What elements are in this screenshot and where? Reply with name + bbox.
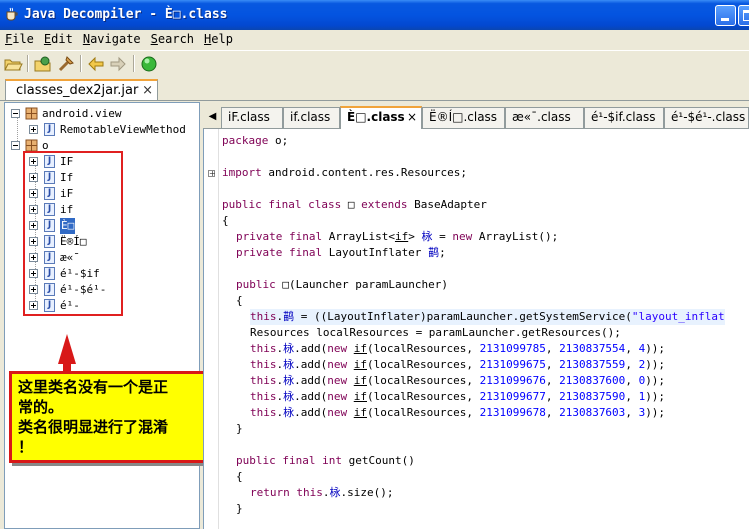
editor-gutter: + — [204, 129, 219, 529]
code-line-ctor-sig: public □(Launcher paramLauncher) — [236, 278, 448, 291]
annotation-arrow-icon — [58, 334, 76, 364]
code-line-add: this.栐.add(new if(localResources, 213109… — [250, 342, 666, 355]
tab-label: classes_dex2jar.jar — [16, 83, 139, 98]
code-line-add: this.栐.add(new if(localResources, 213109… — [250, 406, 666, 419]
annotation-line: 常的。 — [18, 398, 64, 416]
window-title: Java Decompiler - È□.class — [24, 7, 228, 22]
fold-expand-icon[interactable]: + — [208, 170, 216, 178]
code-line-return: return this.栐.size(); — [250, 486, 394, 499]
toolbar-separator — [27, 55, 29, 72]
tab-label: é¹-$é¹-.class — [671, 110, 746, 124]
run-icon[interactable] — [139, 54, 159, 74]
menu-navigate[interactable]: Navigate — [78, 30, 146, 49]
expand-icon[interactable] — [29, 125, 38, 134]
tab-class[interactable]: Ë®Í□.class — [422, 107, 505, 128]
open-type-icon[interactable] — [33, 54, 53, 74]
menu-edit[interactable]: Edit — [39, 30, 78, 49]
code-line-field: private final LayoutInflater 鹋; — [236, 246, 446, 259]
tab-label: iF.class — [228, 110, 270, 124]
java-class-icon: J — [44, 123, 55, 136]
maximize-button[interactable] — [738, 5, 749, 26]
code-line-brace: { — [236, 294, 243, 307]
code-line-method-sig: public final int getCount() — [236, 454, 415, 467]
tab-class[interactable]: æ«¯.class — [505, 107, 584, 128]
tree-label: android.view — [42, 107, 122, 120]
code-line-package: package o; — [222, 134, 289, 147]
tab-label: Ë®Í□.class — [429, 110, 498, 124]
tab-class[interactable]: é¹-$if.class — [584, 107, 664, 128]
editor-tab-bar: ◀ iF.class if.class È□.class × Ë®Í□.class… — [203, 104, 749, 129]
menu-help[interactable]: Help — [199, 30, 238, 49]
minimize-icon — [721, 18, 729, 21]
code-line-brace: } — [236, 502, 243, 515]
close-tab-icon[interactable]: × — [407, 108, 417, 127]
annotation-callout: 这里类名没有一个是正 常的。 类名很明显进行了混淆 ！ — [9, 371, 207, 463]
highlight-box — [23, 151, 123, 316]
tab-label: È□.class — [347, 110, 405, 124]
code-line-brace: } — [236, 422, 243, 435]
back-arrow-icon[interactable] — [86, 54, 106, 74]
code-line-brace: { — [222, 214, 229, 227]
menu-search[interactable]: Search — [146, 30, 199, 49]
toolbar-separator — [80, 55, 82, 72]
menu-bar: File Edit Navigate Search Help — [0, 30, 749, 49]
menu-file[interactable]: File — [0, 30, 39, 49]
toolbar-separator — [133, 55, 135, 72]
code-editor[interactable]: + package o; import android.content.res.… — [203, 129, 749, 529]
maximize-icon — [743, 10, 749, 21]
jar-tab-bar: classes_dex2jar.jar × — [0, 77, 749, 101]
tree-label: RemotableViewMethod — [60, 123, 186, 136]
code-line-import: import android.content.res.Resources; — [222, 166, 468, 179]
tab-class[interactable]: é¹-$é¹-.class — [664, 107, 749, 128]
code-line-field: private final ArrayList<if> 栐 = new Arra… — [236, 230, 559, 243]
minimize-button[interactable] — [715, 5, 736, 26]
code-line-add: this.栐.add(new if(localResources, 213109… — [250, 374, 666, 387]
collapse-icon[interactable] — [11, 109, 20, 118]
package-icon — [25, 107, 38, 120]
tab-classes-dex2jar[interactable]: classes_dex2jar.jar × — [5, 79, 158, 100]
annotation-line: 这里类名没有一个是正 — [18, 378, 169, 396]
open-file-icon[interactable] — [3, 54, 23, 74]
tab-iF-class[interactable]: iF.class — [221, 107, 283, 128]
close-tab-icon[interactable]: × — [142, 83, 153, 98]
code-line-brace: { — [236, 470, 243, 483]
tab-active-class[interactable]: È□.class × — [340, 106, 422, 129]
forward-arrow-icon[interactable] — [108, 54, 128, 74]
code-line-class-decl: public final class □ extends BaseAdapter — [222, 198, 487, 211]
search-icon[interactable] — [56, 54, 76, 74]
tab-label: æ«¯.class — [512, 110, 571, 124]
collapse-icon[interactable] — [11, 141, 20, 150]
annotation-line: ！ — [18, 438, 34, 456]
code-line-add: this.栐.add(new if(localResources, 213109… — [250, 358, 666, 371]
annotation-line: 类名很明显进行了混淆 — [18, 418, 169, 436]
toolbar — [0, 50, 749, 76]
code-line-statement: this.鹋 = ((LayoutInflater)paramLauncher.… — [250, 309, 725, 325]
tab-if-class[interactable]: if.class — [283, 107, 340, 128]
code-line-statement: Resources localResources = paramLauncher… — [250, 326, 621, 339]
tab-scroll-left-icon[interactable]: ◀ — [206, 108, 219, 125]
coffee-cup-icon — [6, 7, 18, 21]
code-line-add: this.栐.add(new if(localResources, 213109… — [250, 390, 666, 403]
tab-label: if.class — [290, 110, 331, 124]
tab-label: é¹-$if.class — [591, 110, 656, 124]
title-bar: Java Decompiler - È□.class — [0, 0, 749, 30]
